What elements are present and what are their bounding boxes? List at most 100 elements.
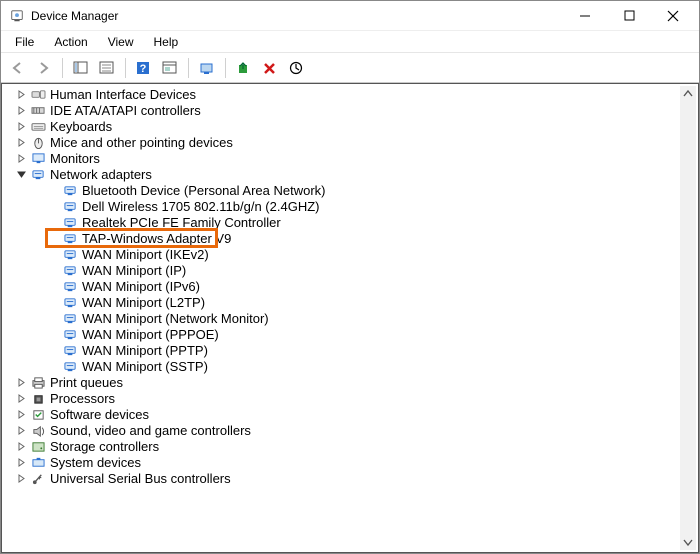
tree-node[interactable]: Software devices (6, 406, 698, 422)
back-button[interactable] (7, 57, 29, 79)
toolbar-separator (225, 58, 226, 78)
tree-node-label: Processors (49, 391, 116, 406)
tree-node-label: Print queues (49, 375, 124, 390)
tree-node[interactable]: Dell Wireless 1705 802.11b/g/n (2.4GHZ) (6, 198, 698, 214)
tree-node[interactable]: Realtek PCIe FE Family Controller (6, 214, 698, 230)
minimize-button[interactable] (563, 2, 607, 30)
ide-icon (30, 103, 46, 117)
tree-node[interactable]: WAN Miniport (SSTP) (6, 358, 698, 374)
vertical-scrollbar[interactable] (680, 86, 696, 550)
menu-action[interactable]: Action (44, 33, 97, 51)
chevron-right-icon[interactable] (14, 106, 28, 115)
tree-node-label: Software devices (49, 407, 150, 422)
chevron-right-icon[interactable] (14, 378, 28, 387)
tree-node[interactable]: Bluetooth Device (Personal Area Network) (6, 182, 698, 198)
forward-button[interactable] (33, 57, 55, 79)
tree-node-label: WAN Miniport (L2TP) (81, 295, 206, 310)
uninstall-device-button[interactable] (259, 57, 281, 79)
scroll-up-icon[interactable] (680, 86, 696, 102)
window-title: Device Manager (31, 9, 563, 23)
tree-node-label: Human Interface Devices (49, 87, 197, 102)
tree-node-label: Monitors (49, 151, 101, 166)
tree-node[interactable]: Universal Serial Bus controllers (6, 470, 698, 486)
scan-hardware-button[interactable] (285, 57, 307, 79)
toolbar-separator (125, 58, 126, 78)
tree-node[interactable]: Keyboards (6, 118, 698, 134)
menu-bar: File Action View Help (1, 31, 699, 53)
tree-node[interactable]: WAN Miniport (IP) (6, 262, 698, 278)
close-button[interactable] (651, 2, 695, 30)
tree-node[interactable]: Monitors (6, 150, 698, 166)
tree-node[interactable]: WAN Miniport (IPv6) (6, 278, 698, 294)
tree-node[interactable]: Storage controllers (6, 438, 698, 454)
system-icon (30, 455, 46, 469)
action-button[interactable] (159, 57, 181, 79)
tree-node[interactable]: Network adapters (6, 166, 698, 182)
chevron-right-icon[interactable] (14, 458, 28, 467)
chevron-right-icon[interactable] (14, 138, 28, 147)
show-hide-tree-button[interactable] (70, 57, 92, 79)
toolbar-separator (188, 58, 189, 78)
monitor-icon (30, 151, 46, 165)
tree-node[interactable]: WAN Miniport (PPPOE) (6, 326, 698, 342)
tree-node[interactable]: Processors (6, 390, 698, 406)
svg-text:?: ? (140, 63, 147, 75)
enable-device-button[interactable] (233, 57, 255, 79)
tree-node-label: WAN Miniport (IPv6) (81, 279, 201, 294)
keyboard-icon (30, 119, 46, 133)
menu-file[interactable]: File (5, 33, 44, 51)
update-driver-button[interactable] (196, 57, 218, 79)
storage-icon (30, 439, 46, 453)
tree-node-label: System devices (49, 455, 142, 470)
tree-node[interactable]: Print queues (6, 374, 698, 390)
tree-node[interactable]: Human Interface Devices (6, 86, 698, 102)
tree-node[interactable]: WAN Miniport (Network Monitor) (6, 310, 698, 326)
net-icon (62, 279, 78, 293)
toolbar-separator (62, 58, 63, 78)
net-icon (62, 359, 78, 373)
chevron-right-icon[interactable] (14, 90, 28, 99)
properties-button[interactable] (96, 57, 118, 79)
chevron-right-icon[interactable] (14, 442, 28, 451)
maximize-button[interactable] (607, 2, 651, 30)
sound-icon (30, 423, 46, 437)
chevron-right-icon[interactable] (14, 154, 28, 163)
help-button[interactable]: ? (133, 57, 155, 79)
net-icon (62, 231, 78, 245)
net-icon (62, 311, 78, 325)
cpu-icon (30, 391, 46, 405)
tree-node-label: WAN Miniport (PPTP) (81, 343, 209, 358)
tree-node[interactable]: WAN Miniport (PPTP) (6, 342, 698, 358)
soft-icon (30, 407, 46, 421)
tree-node[interactable]: TAP-Windows Adapter V9 (6, 230, 698, 246)
tree-node-label: Storage controllers (49, 439, 160, 454)
tree-node-label: WAN Miniport (PPPOE) (81, 327, 220, 342)
device-tree[interactable]: Human Interface DevicesIDE ATA/ATAPI con… (2, 84, 698, 494)
chevron-right-icon[interactable] (14, 426, 28, 435)
tree-node[interactable]: System devices (6, 454, 698, 470)
chevron-right-icon[interactable] (14, 410, 28, 419)
chevron-right-icon[interactable] (14, 474, 28, 483)
chevron-down-icon[interactable] (14, 170, 28, 179)
net-icon (62, 343, 78, 357)
tree-node-label: WAN Miniport (SSTP) (81, 359, 209, 374)
window-controls (563, 2, 695, 30)
chevron-right-icon[interactable] (14, 122, 28, 131)
tree-node-label: WAN Miniport (Network Monitor) (81, 311, 270, 326)
tree-node[interactable]: WAN Miniport (IKEv2) (6, 246, 698, 262)
scroll-down-icon[interactable] (680, 534, 696, 550)
tree-node[interactable]: Sound, video and game controllers (6, 422, 698, 438)
net-icon (62, 263, 78, 277)
tree-node[interactable]: Mice and other pointing devices (6, 134, 698, 150)
menu-help[interactable]: Help (144, 33, 189, 51)
mouse-icon (30, 135, 46, 149)
device-tree-panel: Human Interface DevicesIDE ATA/ATAPI con… (1, 83, 699, 553)
chevron-right-icon[interactable] (14, 394, 28, 403)
tree-node[interactable]: WAN Miniport (L2TP) (6, 294, 698, 310)
tree-node-label: TAP-Windows Adapter V9 (81, 231, 232, 246)
menu-view[interactable]: View (98, 33, 144, 51)
tree-node[interactable]: IDE ATA/ATAPI controllers (6, 102, 698, 118)
net-icon (62, 295, 78, 309)
net-icon (62, 215, 78, 229)
usb-icon (30, 471, 46, 485)
